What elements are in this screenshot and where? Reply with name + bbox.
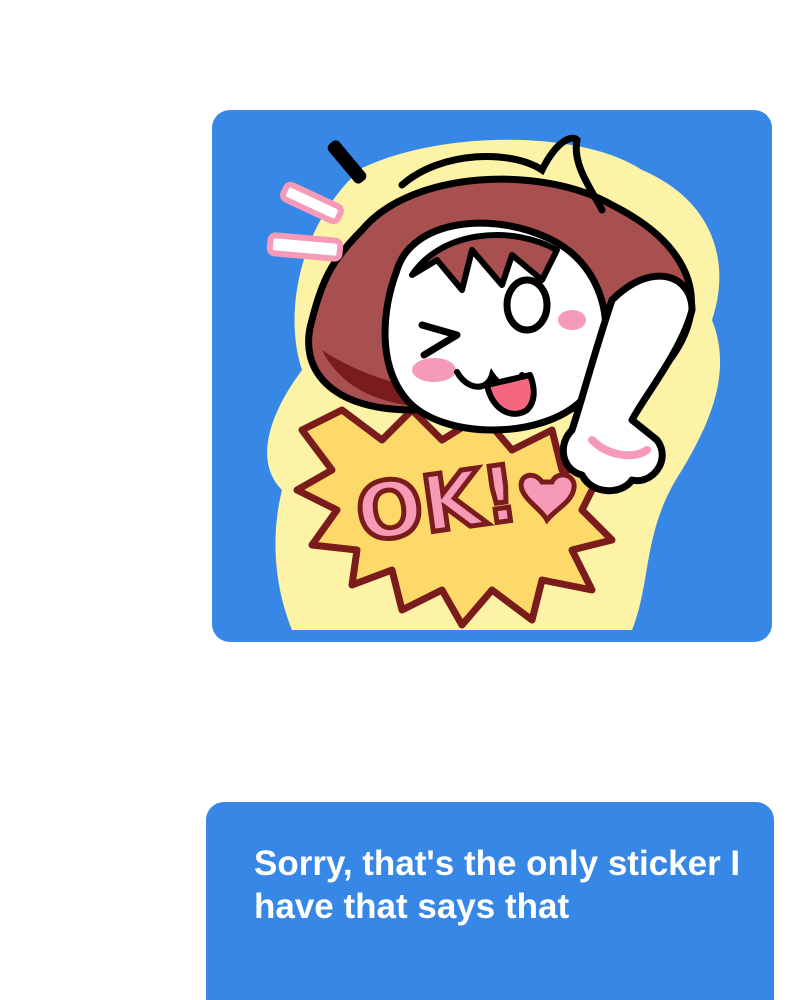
blush-left (412, 358, 456, 382)
text-message-bubble[interactable]: Sorry, that's the only sticker I have th… (206, 802, 774, 1000)
message-text: Sorry, that's the only sticker I have th… (254, 844, 741, 926)
motion-line-2 (280, 181, 344, 225)
ok-wink-girl-sticker: OK! (266, 134, 721, 631)
chat-conversation: OK! Sorry, that's the only sticker I hav… (0, 0, 800, 1000)
sticker-message-bubble[interactable]: OK! (212, 110, 772, 642)
blush-right (558, 310, 586, 330)
open-eye (503, 276, 551, 334)
motion-line-3 (327, 140, 367, 184)
motion-line-1 (266, 232, 344, 262)
